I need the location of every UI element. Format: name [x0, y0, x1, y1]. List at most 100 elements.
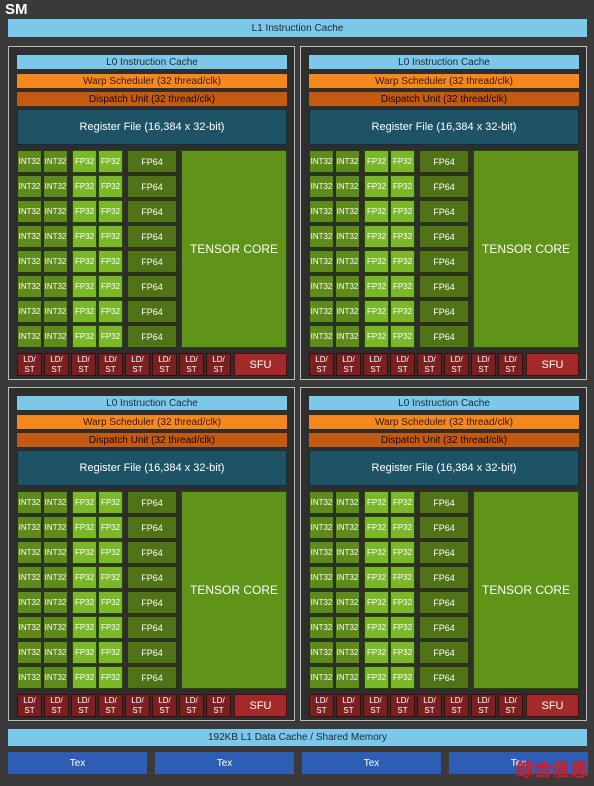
ld-st-unit: LD/ ST	[363, 694, 388, 717]
fp32-unit: FP32	[364, 300, 389, 323]
fp32-unit: FP32	[98, 491, 123, 514]
processing-partition-1: L0 Instruction Cache Warp Scheduler (32 t…	[8, 46, 295, 380]
fp32-unit: FP32	[98, 225, 123, 248]
tensor-core: TENSOR CORE	[181, 491, 287, 689]
fp32-unit: FP32	[390, 616, 415, 639]
fp64-unit: FP64	[419, 250, 469, 273]
tex-unit-1: Tex	[8, 752, 147, 774]
warp-scheduler: Warp Scheduler (32 thread/clk)	[309, 74, 579, 88]
fp64-unit: FP64	[419, 200, 469, 223]
int32-unit: INT32	[17, 250, 42, 273]
ld-st-unit: LD/ ST	[152, 353, 177, 376]
fp64-unit: FP64	[127, 616, 177, 639]
processing-partition-4: L0 Instruction Cache Warp Scheduler (32 t…	[300, 387, 587, 721]
ld-st-unit: LD/ ST	[17, 353, 42, 376]
fp32-unit: FP32	[98, 200, 123, 223]
fp32-unit: FP32	[364, 491, 389, 514]
l0-instruction-cache: L0 Instruction Cache	[17, 55, 287, 69]
processing-partition-2: L0 Instruction Cache Warp Scheduler (32 t…	[300, 46, 587, 380]
int32-unit: INT32	[43, 666, 68, 689]
ld-st-unit: LD/ ST	[125, 353, 150, 376]
fp64-unit: FP64	[419, 325, 469, 348]
int32-unit: INT32	[17, 275, 42, 298]
int32-unit: INT32	[335, 225, 360, 248]
int32-unit: INT32	[335, 300, 360, 323]
int32-unit: INT32	[17, 541, 42, 564]
fp32-unit: FP32	[72, 250, 97, 273]
int32-unit: INT32	[43, 300, 68, 323]
int32-unit: INT32	[309, 250, 334, 273]
int32-unit: INT32	[43, 591, 68, 614]
ld-st-unit: LD/ ST	[390, 694, 415, 717]
int32-unit: INT32	[43, 250, 68, 273]
ld-st-unit: LD/ ST	[336, 694, 361, 717]
fp32-unit: FP32	[72, 516, 97, 539]
int32-unit: INT32	[17, 325, 42, 348]
ld-st-unit: LD/ ST	[179, 694, 204, 717]
fp64-unit: FP64	[127, 491, 177, 514]
fp32-unit: FP32	[390, 175, 415, 198]
int32-unit: INT32	[43, 516, 68, 539]
l1-data-cache: 192KB L1 Data Cache / Shared Memory	[8, 729, 587, 746]
dispatch-unit: Dispatch Unit (32 thread/clk)	[309, 92, 579, 106]
int32-unit: INT32	[17, 516, 42, 539]
fp32-unit: FP32	[98, 616, 123, 639]
int32-unit: INT32	[335, 325, 360, 348]
ld-st-unit: LD/ ST	[417, 694, 442, 717]
fp32-unit: FP32	[390, 541, 415, 564]
fp64-unit: FP64	[419, 300, 469, 323]
int32-unit: INT32	[335, 491, 360, 514]
register-file: Register File (16,384 x 32-bit)	[17, 450, 287, 486]
int32-unit: INT32	[335, 566, 360, 589]
fp64-unit: FP64	[419, 225, 469, 248]
int32-unit: INT32	[335, 541, 360, 564]
ld-st-unit: LD/ ST	[44, 353, 69, 376]
fp64-unit: FP64	[419, 275, 469, 298]
sfu-unit: SFU	[234, 353, 287, 376]
int32-unit: INT32	[335, 616, 360, 639]
tensor-core: TENSOR CORE	[181, 150, 287, 348]
int32-unit: INT32	[43, 175, 68, 198]
fp32-unit: FP32	[390, 250, 415, 273]
register-file: Register File (16,384 x 32-bit)	[17, 109, 287, 145]
fp32-unit: FP32	[72, 225, 97, 248]
fp32-unit: FP32	[98, 175, 123, 198]
ld-st-unit: LD/ ST	[336, 353, 361, 376]
ld-st-unit: LD/ ST	[390, 353, 415, 376]
fp32-unit: FP32	[390, 491, 415, 514]
fp32-unit: FP32	[98, 591, 123, 614]
int32-unit: INT32	[335, 516, 360, 539]
fp32-unit: FP32	[98, 325, 123, 348]
fp32-unit: FP32	[72, 150, 97, 173]
dispatch-unit: Dispatch Unit (32 thread/clk)	[17, 433, 287, 447]
register-file: Register File (16,384 x 32-bit)	[309, 450, 579, 486]
fp64-unit: FP64	[127, 250, 177, 273]
int32-unit: INT32	[43, 200, 68, 223]
ld-st-unit: LD/ ST	[363, 353, 388, 376]
int32-unit: INT32	[17, 150, 42, 173]
ld-st-unit: LD/ ST	[179, 353, 204, 376]
int32-unit: INT32	[309, 541, 334, 564]
l0-instruction-cache: L0 Instruction Cache	[309, 55, 579, 69]
fp32-unit: FP32	[364, 200, 389, 223]
fp32-unit: FP32	[72, 541, 97, 564]
ld-st-unit: LD/ ST	[309, 353, 334, 376]
ld-st-unit: LD/ ST	[206, 694, 231, 717]
fp32-unit: FP32	[364, 516, 389, 539]
fp32-unit: FP32	[72, 666, 97, 689]
ld-st-unit: LD/ ST	[125, 694, 150, 717]
l0-instruction-cache: L0 Instruction Cache	[309, 396, 579, 410]
int32-unit: INT32	[43, 491, 68, 514]
fp64-unit: FP64	[127, 325, 177, 348]
dispatch-unit: Dispatch Unit (32 thread/clk)	[17, 92, 287, 106]
warp-scheduler: Warp Scheduler (32 thread/clk)	[309, 415, 579, 429]
int32-unit: INT32	[309, 200, 334, 223]
fp64-unit: FP64	[419, 491, 469, 514]
int32-unit: INT32	[309, 275, 334, 298]
ld-st-unit: LD/ ST	[417, 353, 442, 376]
fp32-unit: FP32	[72, 325, 97, 348]
sfu-unit: SFU	[234, 694, 287, 717]
fp32-unit: FP32	[390, 150, 415, 173]
int32-unit: INT32	[17, 616, 42, 639]
int32-unit: INT32	[43, 225, 68, 248]
